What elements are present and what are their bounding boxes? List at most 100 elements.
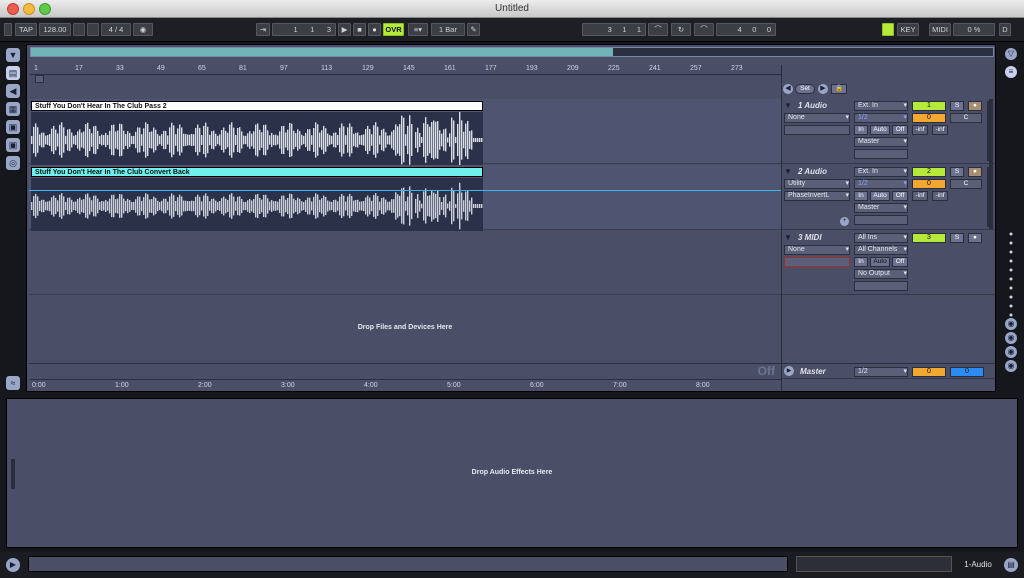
beat-time-ruler[interactable]: 1 17 33 49 65 81 97 113 129 145 161 177 193 209 225 241… <box>30 65 782 75</box>
file-browser-2-icon[interactable]: ▣ <box>6 138 20 152</box>
track-lane-1[interactable]: Stuff You Don't Hear In The Club Pass 2 <box>29 99 781 168</box>
master-volume[interactable]: 0 <box>912 367 946 377</box>
volume-1[interactable]: 0 <box>912 113 946 123</box>
next-locator-icon[interactable]: ▶ <box>818 84 828 94</box>
zoom-window-button[interactable] <box>39 3 51 15</box>
monitor-auto-1[interactable]: Auto <box>870 125 890 135</box>
output-channel-1[interactable] <box>854 149 908 159</box>
automation-line[interactable] <box>29 190 781 191</box>
master-lane[interactable]: Off <box>29 363 781 378</box>
output-type-3[interactable]: No Output ▾ <box>854 269 908 279</box>
track-name-3[interactable]: 3 MIDI <box>798 233 822 242</box>
key-map-button[interactable]: KEY <box>897 23 919 36</box>
loop-start[interactable]: 3 1 1 <box>582 23 646 36</box>
clip-title-2[interactable]: Stuff You Don't Hear In The Club Convert… <box>31 167 483 177</box>
arm-button-1[interactable]: ● <box>968 101 982 111</box>
monitor-off-3[interactable]: Off <box>892 257 908 267</box>
io-toggle-icon[interactable]: ◉ <box>1005 318 1017 330</box>
track-overview-meter[interactable] <box>796 556 952 572</box>
device-chooser-2b[interactable]: PhaseInvertL ▾ <box>784 191 850 201</box>
input-channel-1[interactable]: 1/2 ▾ <box>854 113 908 123</box>
overview-toggle-icon[interactable]: ≈ <box>6 376 20 390</box>
monitor-off-2[interactable]: Off <box>892 191 908 201</box>
pan-1[interactable]: C <box>950 113 982 123</box>
session-view-icon[interactable]: ▽ <box>1005 48 1017 60</box>
master-header[interactable]: ▶ Master 1/2 ▾ 0 0 <box>782 363 995 379</box>
follow-icon[interactable]: ⇥ <box>256 23 270 36</box>
solo-button-2[interactable]: S <box>950 167 964 177</box>
monitor-in-2[interactable]: In <box>854 191 868 201</box>
file-browser-1-icon[interactable]: ▣ <box>6 120 20 134</box>
minimize-window-button[interactable] <box>23 3 35 15</box>
monitor-off-1[interactable]: Off <box>892 125 908 135</box>
clip-waveform-2[interactable] <box>31 178 483 234</box>
stop-button[interactable]: ■ <box>353 23 366 36</box>
input-channel-3[interactable]: All Channels ▾ <box>854 245 908 255</box>
plus-icon[interactable]: + <box>840 217 849 226</box>
master-cue-volume[interactable]: 0 <box>950 367 984 377</box>
track-header-2[interactable]: ▼ 2 Audio Utility ▾ PhaseInvertL ▾ + Ext. … <box>782 165 995 230</box>
device-chooser-2[interactable]: Utility ▾ <box>784 179 850 189</box>
track-name-1[interactable]: 1 Audio <box>798 101 827 110</box>
vertical-scrollbar[interactable] <box>989 99 993 229</box>
monitor-auto-2[interactable]: Auto <box>870 191 890 201</box>
computer-midi-keyboard-icon[interactable] <box>882 23 894 36</box>
time-signature[interactable]: 4 / 4 <box>101 23 131 36</box>
nudge-icon[interactable] <box>73 23 85 36</box>
file-browser-3-icon[interactable]: ◎ <box>6 156 20 170</box>
volume-2[interactable]: 0 <box>912 179 946 189</box>
loop-length[interactable]: 4 0 0 <box>716 23 776 36</box>
drop-files-area[interactable]: Drop Files and Devices Here <box>29 297 781 359</box>
library-icon[interactable]: ▦ <box>6 102 20 116</box>
lock-icon[interactable]: 🔒 <box>831 84 847 94</box>
device-chooser-3[interactable]: None ▾ <box>784 245 850 255</box>
sends-toggle-icon[interactable]: ◉ <box>1005 332 1017 344</box>
returns-toggle-icon[interactable]: ◉ <box>1005 346 1017 358</box>
midi-map-button[interactable]: MIDI <box>929 23 951 36</box>
arm-button-2[interactable]: ● <box>968 167 982 177</box>
clip-waveform-1[interactable] <box>31 112 483 168</box>
solo-button-1[interactable]: S <box>950 101 964 111</box>
time-ruler[interactable]: 0:00 1:00 2:00 3:00 4:00 5:00 6:00 7:00 8:00 <box>30 379 782 391</box>
device-view[interactable]: Drop Audio Effects Here <box>6 398 1018 548</box>
set-locator-button[interactable]: Set <box>795 84 815 94</box>
quantization-select[interactable]: 1 Bar <box>431 23 465 36</box>
monitor-auto-3[interactable]: Auto <box>870 257 890 267</box>
overdub-button[interactable]: OVR <box>383 23 404 36</box>
output-type-1[interactable]: Master ▾ <box>854 137 908 147</box>
input-type-3[interactable]: All Ins ▾ <box>854 233 908 243</box>
punch-out-icon[interactable]: ⌒ <box>694 23 714 36</box>
input-channel-2[interactable]: 1/2 ▾ <box>854 179 908 189</box>
mixer-toggle-icon[interactable]: ◉ <box>1005 360 1017 372</box>
info-view-toggle-icon[interactable]: ▶ <box>6 558 20 572</box>
quantize-menu-icon[interactable]: ≡▾ <box>408 23 428 36</box>
close-window-button[interactable] <box>7 3 19 15</box>
pan-2[interactable]: C <box>950 179 982 189</box>
master-name[interactable]: Master <box>800 367 826 376</box>
track-activator-1[interactable]: 1 <box>912 101 946 111</box>
solo-button-3[interactable]: S <box>950 233 964 243</box>
live-devices-icon[interactable]: ▤ <box>6 66 20 80</box>
track-header-3[interactable]: ▼ 3 MIDI None ▾ All Ins ▾ All Channels ▾ In… <box>782 231 995 295</box>
record-button[interactable]: ● <box>368 23 381 36</box>
loop-brace-icon[interactable] <box>35 75 44 83</box>
arrangement-position[interactable]: 1 1 3 <box>272 23 336 36</box>
track-lane-2[interactable]: Stuff You Don't Hear In The Club Convert… <box>29 165 781 234</box>
draw-mode-icon[interactable]: ✎ <box>467 23 480 36</box>
track-lane-3[interactable] <box>29 231 781 295</box>
master-channel[interactable]: 1/2 ▾ <box>854 367 908 377</box>
arm-button-3[interactable]: ● <box>968 233 982 243</box>
monitor-in-1[interactable]: In <box>854 125 868 135</box>
track-header-1[interactable]: ▼ 1 Audio None ▾ Ext. In ▾ 1/2 ▾ In Auto Of… <box>782 99 995 164</box>
fold-icon[interactable]: ▼ <box>784 233 792 242</box>
arrangement-view-icon[interactable]: ≡ <box>1005 66 1017 78</box>
master-fold-icon[interactable]: ▶ <box>784 366 794 376</box>
fold-icon[interactable]: ▼ <box>784 167 792 176</box>
play-button[interactable]: ▶ <box>338 23 351 36</box>
overview-bar[interactable] <box>30 47 994 57</box>
loop-switch-icon[interactable]: ↻ <box>671 23 691 36</box>
tap-button[interactable]: TAP <box>15 23 37 36</box>
device-chooser-1[interactable]: None ▾ <box>784 113 850 123</box>
plugin-devices-icon[interactable]: ◀ <box>6 84 20 98</box>
fold-icon[interactable]: ▼ <box>784 101 792 110</box>
